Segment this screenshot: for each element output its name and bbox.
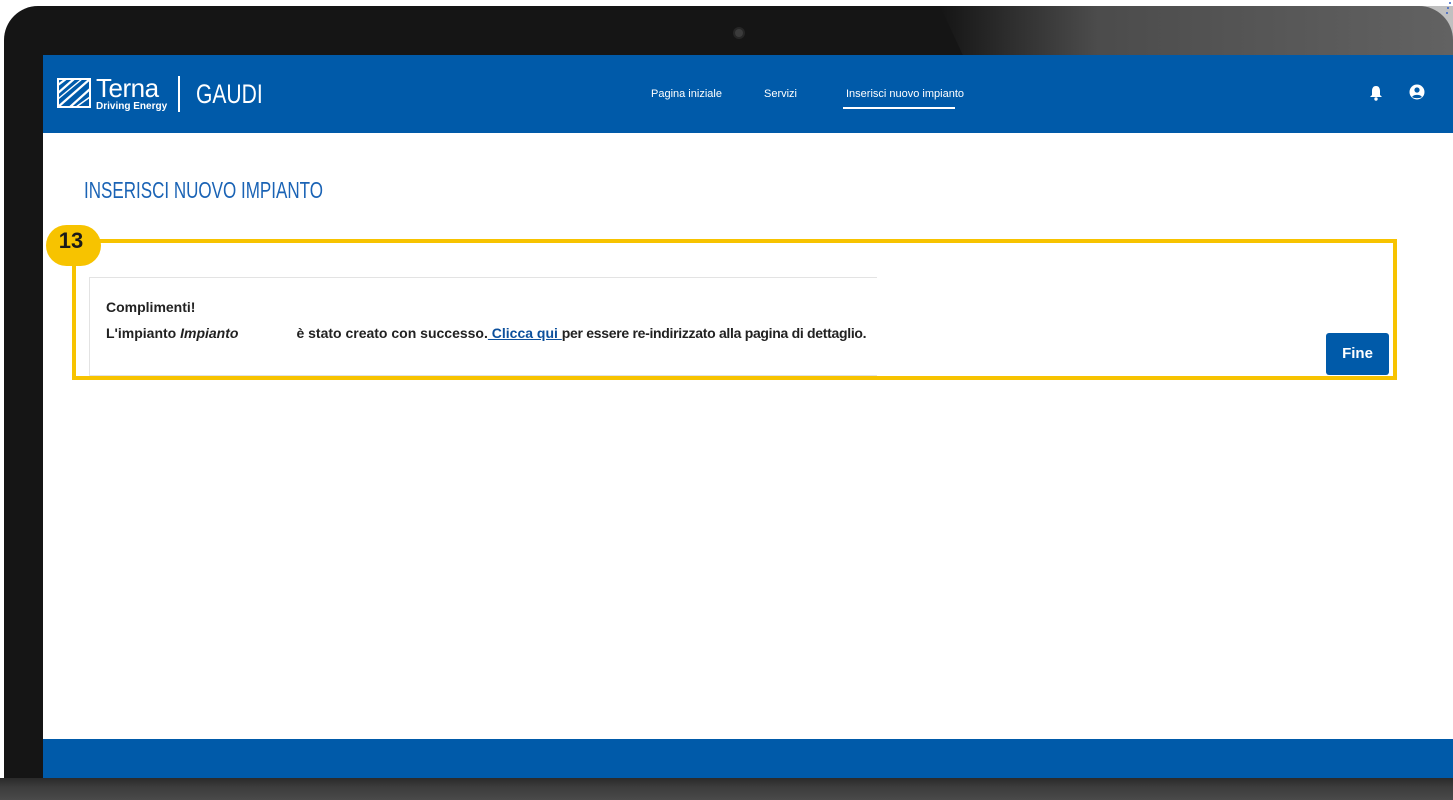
logo-wordmark: Terna: [96, 73, 159, 103]
user-icon[interactable]: [1409, 84, 1425, 100]
nav-home[interactable]: Pagina iniziale: [651, 87, 722, 101]
top-navigation-bar: Terna Driving Energy GAUDI Pagina inizia…: [43, 55, 1453, 133]
webcam: [735, 29, 743, 37]
logo-tagline: Driving Energy: [96, 101, 168, 112]
callout-step-badge: 13: [46, 225, 101, 266]
laptop-bottom-bezel: [0, 778, 1453, 800]
app-name: GAUDI: [196, 79, 263, 109]
nav-new-plant[interactable]: Inserisci nuovo impianto: [846, 87, 964, 101]
page-footer: [43, 739, 1453, 778]
laptop-frame: Terna Driving Energy GAUDI Pagina inizia…: [0, 0, 1453, 800]
terna-logo[interactable]: Terna Driving Energy: [56, 73, 168, 113]
page-title: INSERISCI NUOVO IMPIANTO: [84, 177, 323, 203]
logo-divider: [178, 76, 180, 112]
nav-active-indicator: [843, 107, 955, 109]
app-screen: Terna Driving Energy GAUDI Pagina inizia…: [43, 55, 1453, 778]
terna-logo-mark-icon: [57, 78, 91, 108]
callout-step-number: 13: [58, 228, 84, 253]
nav-services[interactable]: Servizi: [764, 87, 797, 101]
bell-icon[interactable]: [1369, 85, 1383, 101]
callout-highlight-frame: [72, 239, 1397, 380]
corner-decoration: [1446, 2, 1451, 14]
